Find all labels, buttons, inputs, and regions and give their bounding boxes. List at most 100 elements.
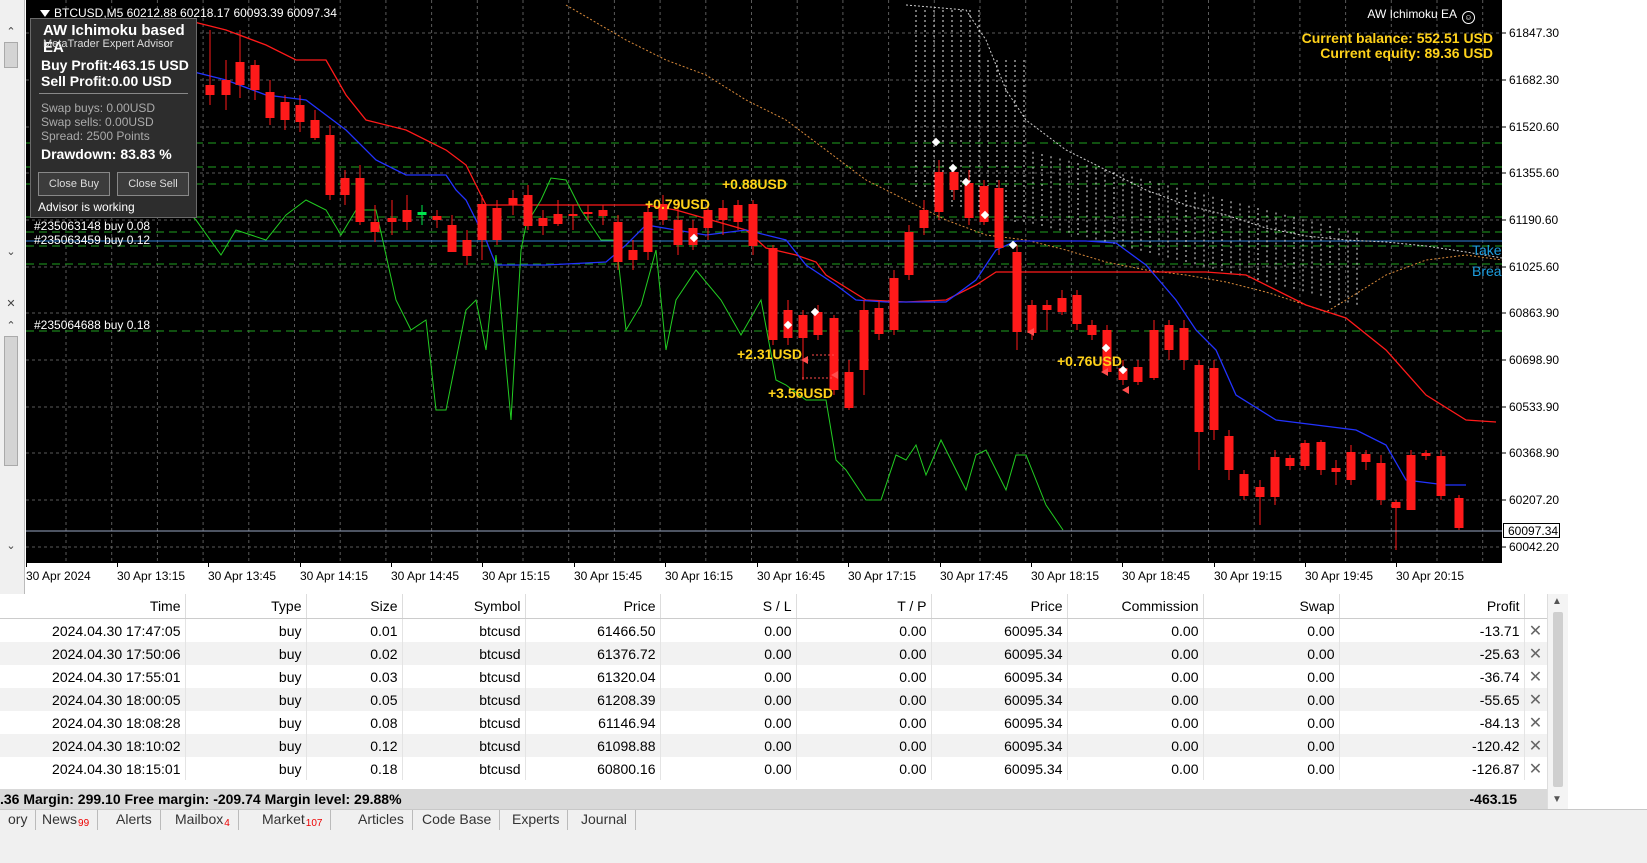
- column-header[interactable]: S / L: [660, 594, 797, 619]
- candle-body: [1376, 463, 1386, 500]
- table-body: 2024.04.30 17:47:05 buy 0.01 btcusd 61466.50…: [0, 618, 1548, 780]
- column-header[interactable]: Time: [0, 594, 186, 619]
- column-header[interactable]: Profit: [1339, 594, 1525, 619]
- account-summary-row: .36 Margin: 299.10 Free margin: -209.74 …: [0, 789, 1547, 809]
- table-cell: 60095.34: [931, 757, 1068, 780]
- candle-body: [1072, 295, 1082, 324]
- tab-label: Mailbox: [175, 811, 224, 827]
- candle-body: [447, 225, 457, 252]
- table-cell: 60095.34: [931, 618, 1068, 642]
- scroll-down-arrow-icon[interactable]: ▼: [1552, 794, 1562, 805]
- table-row[interactable]: 2024.04.30 18:08:28 buy 0.08 btcusd 61146.94…: [0, 711, 1548, 734]
- close-buy-button[interactable]: Close Buy: [38, 172, 110, 196]
- candle-body: [432, 216, 442, 220]
- scrollbar-thumb[interactable]: [1553, 612, 1563, 787]
- terminal-tab[interactable]: Market107: [254, 810, 332, 830]
- tab-label: Experts: [512, 811, 560, 827]
- close-position-icon[interactable]: ✕: [1524, 665, 1548, 688]
- terminal-tab[interactable]: Experts: [504, 810, 569, 830]
- terminal-tab[interactable]: Mailbox4: [167, 810, 239, 830]
- close-position-icon[interactable]: ✕: [1524, 642, 1548, 665]
- column-header[interactable]: Type: [185, 594, 307, 619]
- candle-body: [1406, 455, 1416, 510]
- table-cell: 2024.04.30 18:15:01: [0, 757, 186, 780]
- table-cell: 0.00: [660, 757, 797, 780]
- terminal-tab[interactable]: Journal: [573, 810, 636, 830]
- terminal-tab[interactable]: News99: [34, 810, 99, 830]
- table-cell: 0.00: [660, 734, 797, 757]
- close-position-icon[interactable]: ✕: [1524, 757, 1548, 780]
- terminal-tab[interactable]: Code Base: [414, 810, 501, 830]
- table-row[interactable]: 2024.04.30 17:50:06 buy 0.02 btcusd 61376.72…: [0, 642, 1548, 665]
- column-header[interactable]: Symbol: [402, 594, 526, 619]
- candle-body: [994, 188, 1004, 248]
- close-sell-button[interactable]: Close Sell: [117, 172, 189, 196]
- scroll-close-icon[interactable]: ✕: [2, 296, 20, 312]
- table-cell: btcusd: [402, 642, 526, 665]
- table-cell: 0.00: [796, 688, 932, 711]
- candle-body: [1133, 367, 1143, 382]
- candle-body: [1316, 442, 1326, 470]
- table-cell: -126.87: [1339, 757, 1525, 780]
- column-header[interactable]: Price: [525, 594, 661, 619]
- price-chart[interactable]: [26, 0, 1561, 594]
- table-row[interactable]: 2024.04.30 17:47:05 buy 0.01 btcusd 61466.50…: [0, 618, 1548, 642]
- scroll-down-arrow-icon-2[interactable]: ⌄: [2, 538, 20, 554]
- price-tick-label: 60863.90: [1509, 306, 1560, 320]
- table-row[interactable]: 2024.04.30 18:00:05 buy 0.05 btcusd 61208.39…: [0, 688, 1548, 711]
- smiley-icon[interactable]: ☺: [1462, 11, 1475, 24]
- close-position-icon[interactable]: ✕: [1524, 711, 1548, 734]
- balance-box: Current balance: 552.51 USD Current equi…: [1302, 31, 1493, 61]
- table-cell: 61376.72: [525, 642, 661, 665]
- dropdown-triangle-icon[interactable]: [40, 10, 50, 17]
- scrollbar-thumb-top[interactable]: [4, 42, 18, 68]
- candle-body: [355, 178, 365, 222]
- terminal-tab[interactable]: Articles: [350, 810, 413, 830]
- table-cell: 0.00: [796, 618, 932, 642]
- terminal-tab[interactable]: Alerts: [108, 810, 161, 830]
- table-cell: buy: [185, 757, 307, 780]
- candle-body: [949, 172, 959, 190]
- time-tick-label: 30 Apr 17:15: [848, 569, 917, 583]
- price-tick-label: 61847.30: [1509, 26, 1560, 40]
- close-position-icon[interactable]: ✕: [1524, 618, 1548, 642]
- candle-body: [1285, 458, 1295, 466]
- close-position-icon[interactable]: ✕: [1524, 734, 1548, 757]
- close-position-icon[interactable]: ✕: [1524, 688, 1548, 711]
- time-tick-label: 30 Apr 17:45: [940, 569, 1009, 583]
- candle-body: [904, 232, 914, 275]
- table-row[interactable]: 2024.04.30 18:10:02 buy 0.12 btcusd 61098.88…: [0, 734, 1548, 757]
- column-header[interactable]: Swap: [1203, 594, 1340, 619]
- current-price-label: 60097.34: [1503, 523, 1560, 538]
- time-tick-label: 30 Apr 18:45: [1122, 569, 1191, 583]
- column-header[interactable]: Commission: [1067, 594, 1204, 619]
- total-profit: -463.15: [1469, 791, 1517, 807]
- terminal-tab[interactable]: ory: [0, 810, 37, 830]
- candle-body: [417, 212, 427, 215]
- terminal-panel: Time Type Size Symbol Price S / LT / P Price Co…: [0, 594, 1647, 863]
- table-cell: 0.05: [306, 688, 403, 711]
- column-header[interactable]: Size: [306, 594, 403, 619]
- candle-body: [1224, 436, 1234, 470]
- candle-body: [733, 205, 743, 222]
- column-header[interactable]: Price: [931, 594, 1068, 619]
- ea-name-label: AW Ichimoku EA ☺: [1367, 7, 1475, 24]
- scrollbar-thumb-bottom[interactable]: [4, 336, 18, 466]
- ea-panel: AW Ichimoku based EA MetaTrader Expert A…: [30, 18, 197, 218]
- table-cell: 2024.04.30 18:08:28: [0, 711, 186, 734]
- table-cell: 0.00: [796, 711, 932, 734]
- scroll-up-arrow-icon[interactable]: ▲: [1552, 596, 1562, 607]
- candle-body: [874, 308, 884, 334]
- terminal-scrollbar[interactable]: ▲ ▼: [1547, 594, 1568, 809]
- tab-badge: 107: [305, 818, 323, 829]
- table-row[interactable]: 2024.04.30 17:55:01 buy 0.03 btcusd 61320.04…: [0, 665, 1548, 688]
- table-cell: 61466.50: [525, 618, 661, 642]
- scroll-up-arrow-icon[interactable]: ⌃: [2, 24, 20, 40]
- table-row[interactable]: 2024.04.30 18:15:01 buy 0.18 btcusd 60800.16…: [0, 757, 1548, 780]
- buy-profit: Buy Profit:463.15 USD: [41, 57, 189, 73]
- price-tick-label: 61025.60: [1509, 260, 1560, 274]
- column-header[interactable]: [1524, 594, 1548, 619]
- column-header[interactable]: T / P: [796, 594, 932, 619]
- scroll-down-arrow-icon[interactable]: ⌄: [2, 244, 20, 260]
- scroll-up-arrow-icon-2[interactable]: ⌃: [2, 318, 20, 334]
